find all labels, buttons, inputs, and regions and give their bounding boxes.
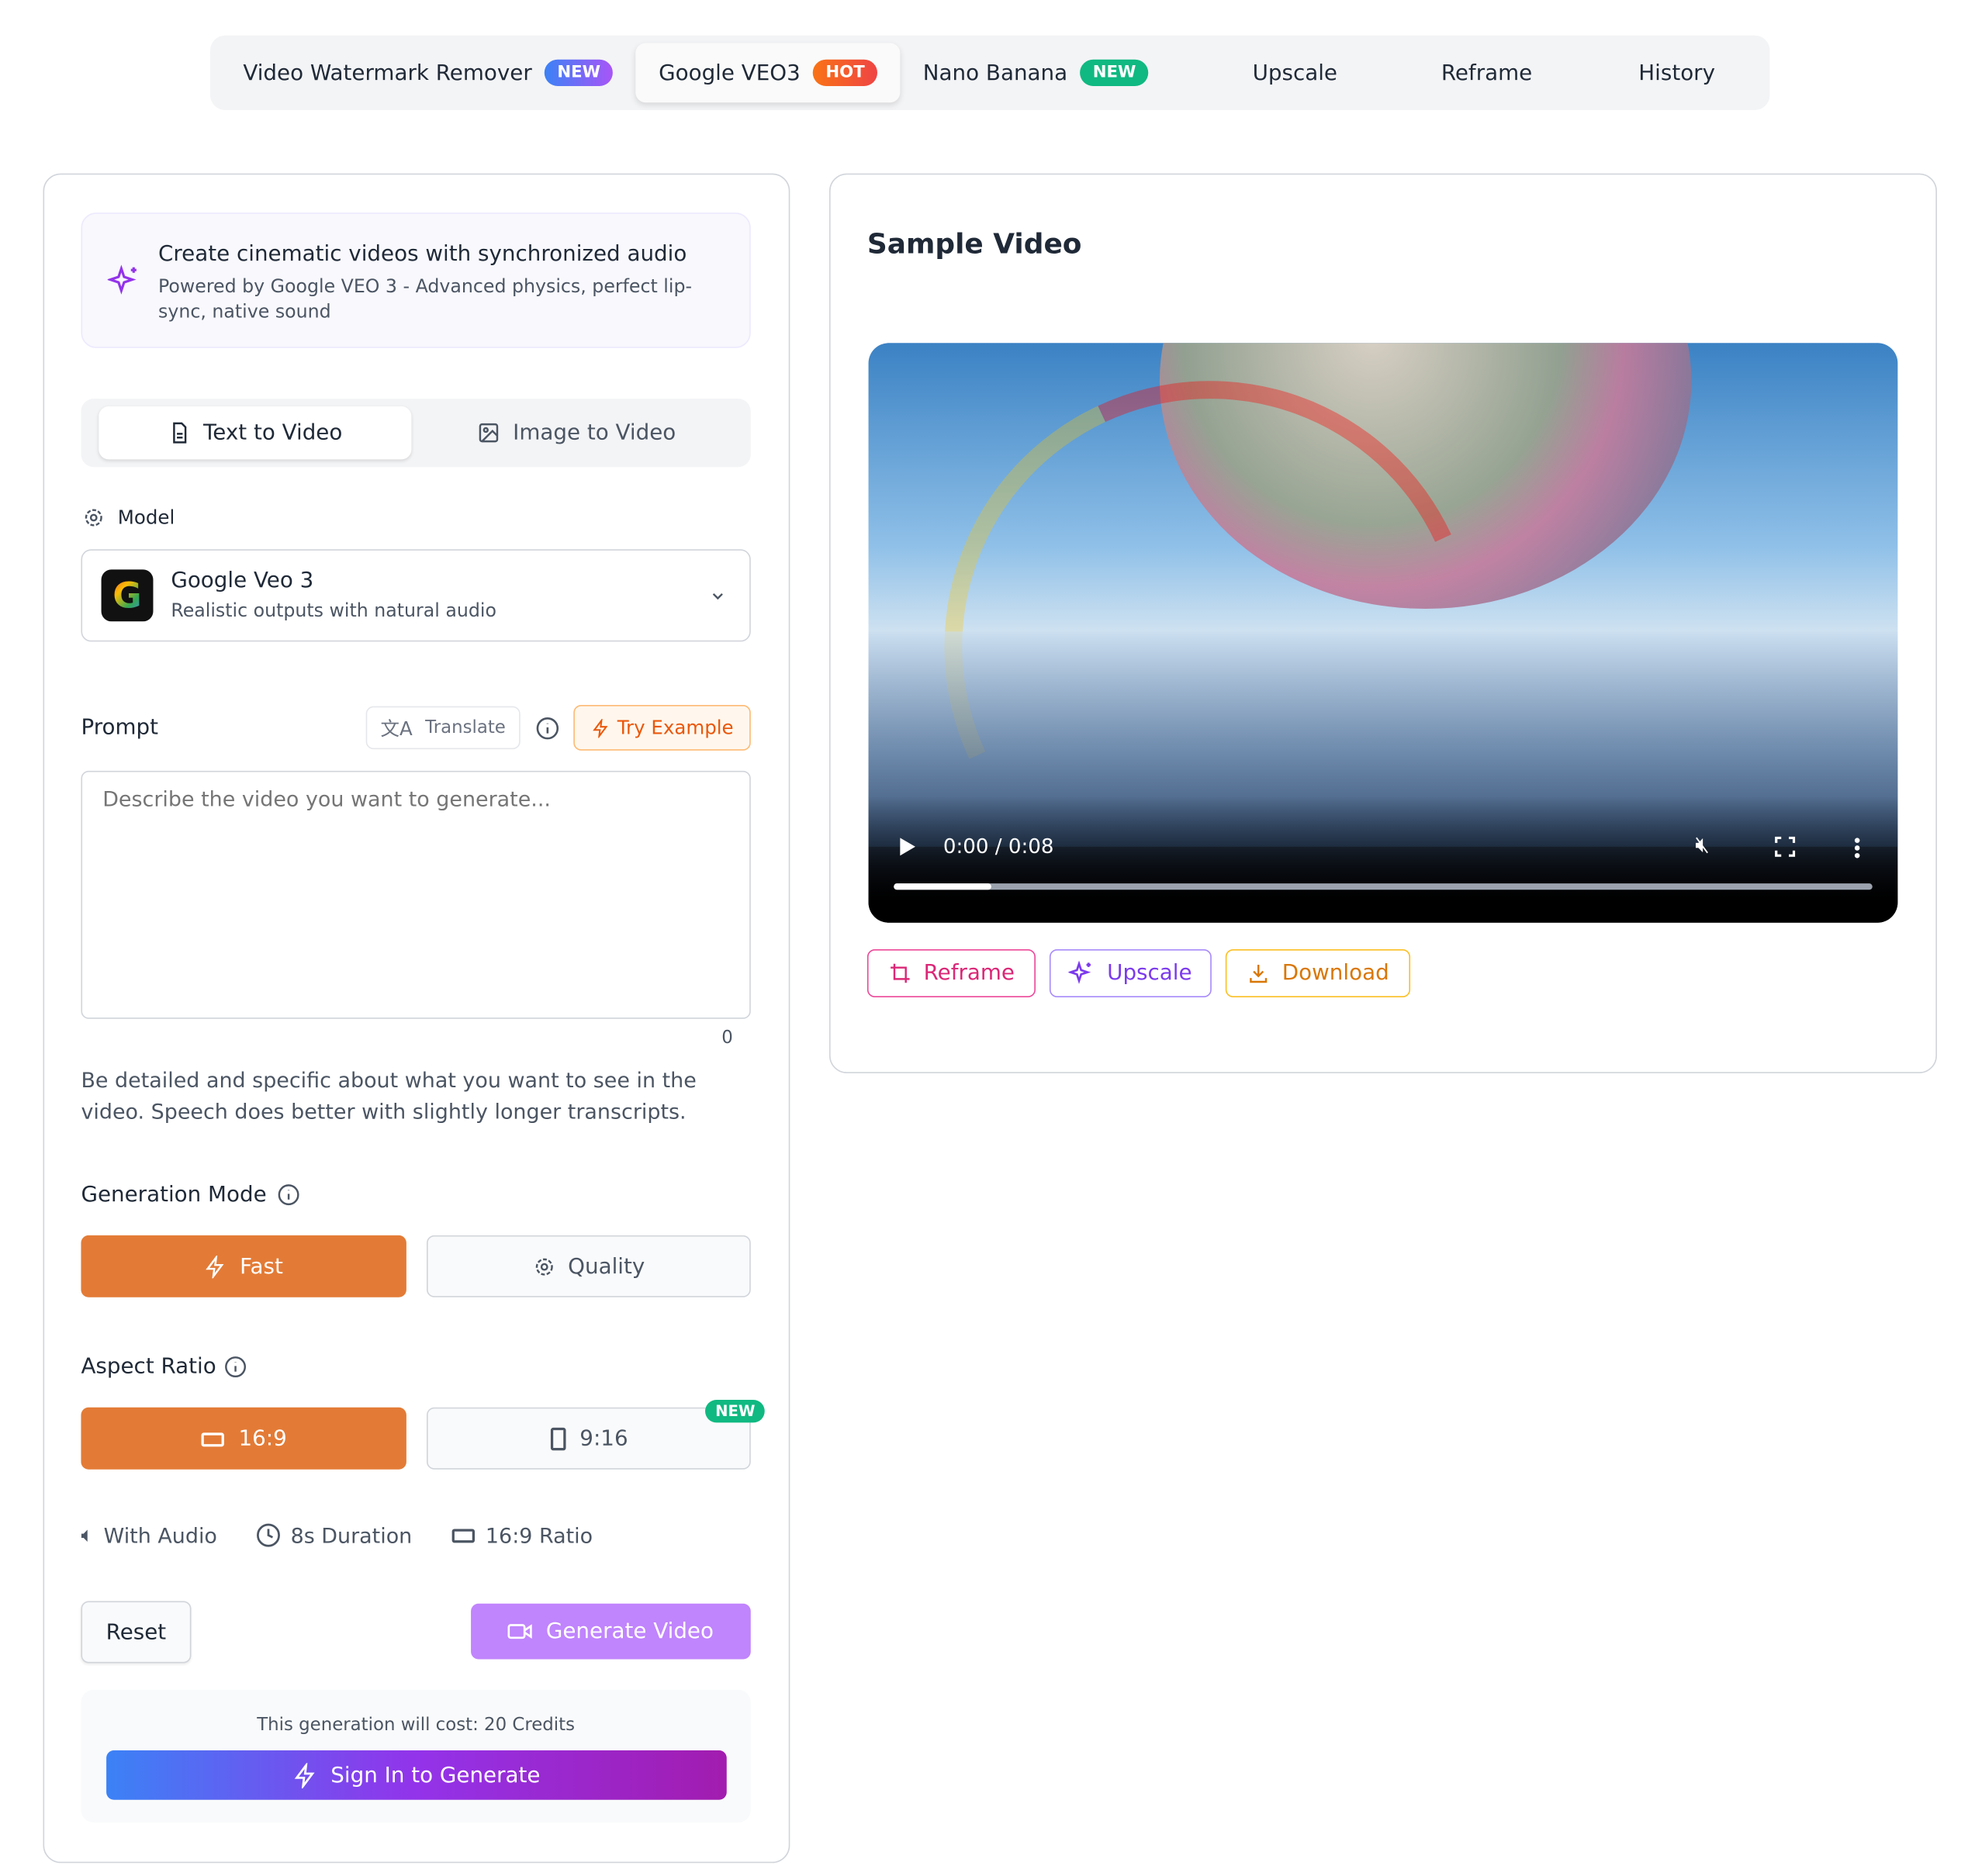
model-name: Google Veo 3 [171, 568, 313, 594]
document-icon [168, 421, 190, 444]
tab-history[interactable]: History [1616, 43, 1738, 102]
clock-icon [255, 1522, 281, 1548]
prompt-input[interactable] [81, 771, 750, 1019]
sparkles-icon [108, 264, 140, 297]
lightning-icon [204, 1255, 227, 1277]
sample-title: Sample Video [867, 229, 1082, 261]
video-progress-fill [894, 883, 991, 890]
aspect-9-16-button[interactable]: 9:16 [427, 1408, 751, 1470]
more-options-icon[interactable] [1853, 837, 1861, 859]
info-title: Create cinematic videos with synchronize… [158, 242, 687, 268]
upscale-button[interactable]: Upscale [1050, 949, 1212, 997]
new-badge: NEW [1080, 60, 1148, 86]
info-icon[interactable] [277, 1183, 299, 1206]
tab-upscale[interactable]: Upscale [1230, 43, 1360, 102]
lightning-icon [292, 1763, 318, 1788]
gear-icon [82, 506, 105, 529]
tab-nano-banana[interactable]: Nano BananaNEW [900, 43, 1171, 102]
reframe-button[interactable]: Reframe [867, 949, 1036, 997]
translate-button[interactable]: 文ATranslate [366, 707, 521, 749]
tab-text-to-video[interactable]: Text to Video [99, 406, 411, 460]
google-logo: G [102, 569, 154, 621]
hot-badge: HOT [813, 60, 877, 86]
model-select[interactable]: G Google Veo 3 Realistic outputs with na… [81, 549, 750, 641]
mode-switch: Text to Video Image to Video [81, 399, 750, 467]
new-badge: NEW [705, 1400, 765, 1422]
tab-google-veo3[interactable]: Google VEO3HOT [636, 43, 901, 102]
landscape-icon [201, 1429, 227, 1447]
sign-in-button[interactable]: Sign In to Generate [106, 1750, 727, 1800]
new-badge: NEW [545, 60, 613, 86]
sparkles-icon [1069, 961, 1095, 986]
portrait-icon [549, 1425, 567, 1451]
info-subtitle: Powered by Google VEO 3 - Advanced physi… [158, 275, 728, 325]
generate-video-button[interactable]: Generate Video [471, 1604, 751, 1660]
video-camera-icon [508, 1622, 534, 1642]
quality-mode-button[interactable]: Quality [427, 1235, 751, 1297]
play-icon[interactable] [899, 837, 917, 857]
muted-icon[interactable]: 🔇︎ [1695, 831, 1710, 858]
cost-text: This generation will cost: 20 Credits [81, 1715, 750, 1735]
tab-image-to-video[interactable]: Image to Video [420, 406, 733, 460]
prompt-hint: Be detailed and specific about what you … [81, 1065, 739, 1128]
generation-mode-label: Generation Mode [81, 1182, 266, 1207]
chevron-down-icon [709, 587, 727, 605]
lightning-icon [590, 718, 609, 737]
info-icon[interactable] [535, 717, 559, 741]
aspect-16-9-button[interactable]: 16:9 [81, 1408, 406, 1470]
speaker-icon: 🔈︎ [81, 1522, 93, 1548]
info-icon[interactable] [224, 1356, 247, 1378]
generation-meta: 🔈︎With Audio 8s Duration 16:9 Ratio [81, 1522, 593, 1548]
info-banner: Create cinematic videos with synchronize… [81, 212, 750, 348]
video-time: 0:00 / 0:08 [943, 834, 1054, 858]
video-player[interactable]: 0:00 / 0:08 🔇︎ [869, 343, 1898, 922]
model-label: Model [118, 506, 175, 529]
cost-box: This generation will cost: 20 Credits Si… [81, 1690, 750, 1822]
tab-reframe[interactable]: Reframe [1418, 43, 1555, 102]
video-progress-bar[interactable] [894, 883, 1873, 890]
crop-icon [888, 962, 911, 984]
download-icon [1247, 962, 1269, 984]
image-icon [477, 421, 500, 444]
try-example-button[interactable]: Try Example [573, 705, 750, 751]
model-desc: Realistic outputs with natural audio [171, 601, 496, 621]
top-nav: Video Watermark RemoverNEW Google VEO3HO… [210, 36, 1770, 110]
char-count: 0 [721, 1028, 733, 1048]
reset-button[interactable]: Reset [81, 1601, 191, 1663]
tab-video-watermark-remover[interactable]: Video Watermark RemoverNEW [220, 43, 636, 102]
fullscreen-icon[interactable] [1775, 837, 1795, 857]
translate-icon: 文A [381, 714, 413, 741]
ratio-icon [450, 1526, 476, 1544]
fast-mode-button[interactable]: Fast [81, 1235, 406, 1297]
prompt-label: Prompt [81, 715, 158, 741]
gear-icon [532, 1255, 555, 1277]
aspect-ratio-label: Aspect Ratio [81, 1354, 216, 1380]
download-button[interactable]: Download [1226, 949, 1410, 997]
